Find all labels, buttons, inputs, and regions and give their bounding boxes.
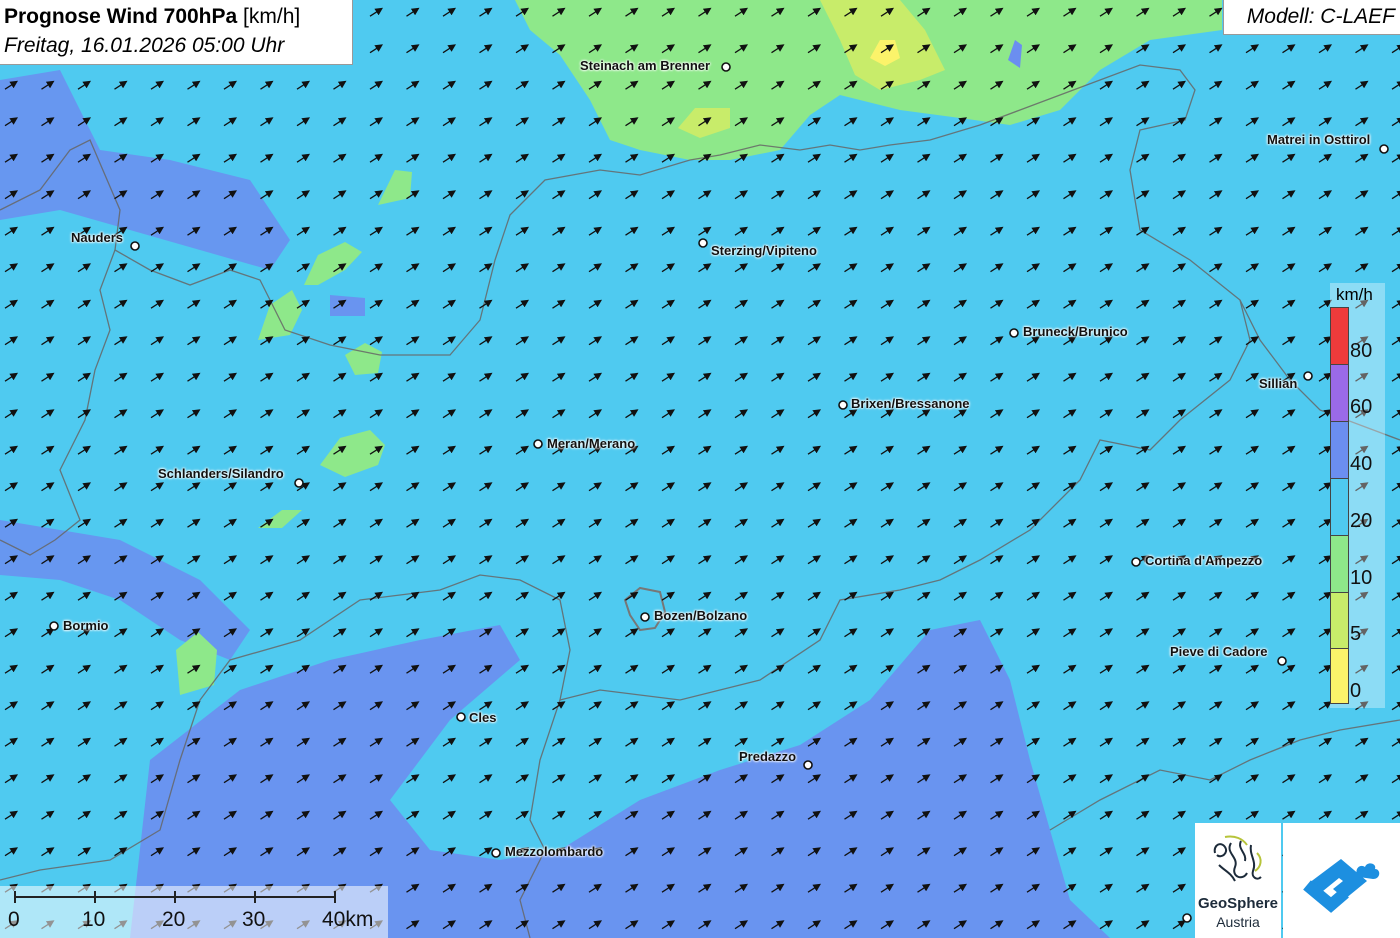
scale-label-0: 0 bbox=[8, 908, 20, 931]
cloud-arrow-icon bbox=[1303, 859, 1380, 913]
city-label-mezzolombardo: Mezzolombardo bbox=[505, 844, 604, 859]
geosphere-logo-subtext: Austria bbox=[1216, 914, 1260, 930]
legend-tick-80: 80 bbox=[1350, 340, 1373, 362]
forecast-datetime: Freitag, 16.01.2026 05:00 Uhr bbox=[4, 34, 285, 57]
geosphere-emblem-icon bbox=[1213, 835, 1262, 882]
city-marker[interactable] bbox=[721, 62, 731, 72]
city-marker[interactable] bbox=[456, 712, 466, 722]
city-label-sillian: Sillian bbox=[1259, 376, 1298, 391]
city-label-bozen: Bozen/Bolzano bbox=[654, 608, 748, 623]
city-marker[interactable] bbox=[1277, 656, 1287, 666]
city-label-schlanders: Schlanders/Silandro bbox=[158, 466, 284, 481]
geosphere-logo-text: GeoSphere bbox=[1197, 895, 1279, 912]
legend-unit: km/h bbox=[1336, 285, 1373, 304]
city-marker[interactable] bbox=[1379, 144, 1389, 154]
legend-color-0-5 bbox=[1330, 648, 1349, 704]
scale-tick-0 bbox=[14, 891, 16, 903]
model-panel: Modell: C-LAEF bbox=[1223, 0, 1400, 35]
legend-color-5-10 bbox=[1330, 592, 1349, 650]
scale-tick-30 bbox=[254, 891, 256, 903]
legend-tick-10: 10 bbox=[1350, 567, 1373, 589]
city-marker[interactable] bbox=[533, 439, 543, 449]
city-marker[interactable] bbox=[1303, 371, 1313, 381]
city-label-bruneck: Bruneck/Brunico bbox=[1023, 324, 1128, 339]
title-unit: [km/h] bbox=[243, 5, 301, 28]
city-marker[interactable] bbox=[698, 238, 708, 248]
legend-tick-40: 40 bbox=[1350, 453, 1373, 475]
city-label-meran: Meran/Merano bbox=[547, 436, 636, 451]
scale-label-20: 20 bbox=[162, 908, 186, 931]
scale-tick-10 bbox=[94, 891, 96, 903]
city-label-sterzing: Sterzing/Vipiteno bbox=[711, 243, 817, 258]
scale-label-30: 30 bbox=[242, 908, 266, 931]
city-marker[interactable] bbox=[491, 848, 501, 858]
city-marker[interactable] bbox=[640, 612, 650, 622]
legend-color-10-20 bbox=[1330, 535, 1349, 593]
scale-tick-20 bbox=[174, 891, 176, 903]
city-marker[interactable] bbox=[1131, 557, 1141, 567]
city-label-cles: Cles bbox=[469, 710, 497, 725]
legend-color-60-80 bbox=[1330, 364, 1349, 422]
city-label-matrei: Matrei in Osttirol bbox=[1267, 132, 1371, 147]
city-marker[interactable] bbox=[803, 760, 813, 770]
city-label-nauders: Nauders bbox=[71, 230, 124, 245]
legend-tick-20: 20 bbox=[1350, 510, 1373, 532]
legend-color-above-80 bbox=[1330, 307, 1349, 365]
city-label-bormio: Bormio bbox=[63, 618, 109, 633]
city-label-brixen: Brixen/Bressanone bbox=[851, 396, 970, 411]
city-marker[interactable] bbox=[1182, 913, 1192, 923]
city-label-pieve: Pieve di Cadore bbox=[1170, 644, 1268, 659]
legend-tick-0: 0 bbox=[1350, 680, 1362, 702]
title-panel: Prognose Wind 700hPa [km/h] Freitag, 16.… bbox=[0, 0, 353, 65]
model-label: Modell: C-LAEF bbox=[1246, 5, 1395, 28]
city-label-cortina: Cortina d'Ampezzo bbox=[1145, 553, 1263, 568]
city-marker[interactable] bbox=[49, 621, 59, 631]
scale-tick-40 bbox=[334, 891, 336, 903]
city-marker[interactable] bbox=[1009, 328, 1019, 338]
legend-color-40-60 bbox=[1330, 421, 1349, 479]
legend-tick-5: 5 bbox=[1350, 623, 1362, 645]
geosphere-logo[interactable]: GeoSphere Austria bbox=[1195, 823, 1281, 938]
scale-label-10: 10 bbox=[82, 908, 106, 931]
city-marker[interactable] bbox=[130, 241, 140, 251]
partner-logo[interactable] bbox=[1283, 823, 1400, 938]
scale-label-40km: 40km bbox=[322, 908, 374, 931]
wind-field-40-60-patch bbox=[330, 295, 365, 316]
city-label-predazzo: Predazzo bbox=[739, 749, 797, 764]
title-main: Prognose Wind 700hPa bbox=[4, 5, 238, 28]
city-label-steinach: Steinach am Brenner bbox=[580, 58, 711, 73]
page-title: Prognose Wind 700hPa [km/h] bbox=[4, 5, 300, 29]
legend-tick-60: 60 bbox=[1350, 396, 1373, 418]
city-marker[interactable] bbox=[294, 478, 304, 488]
city-marker[interactable] bbox=[838, 400, 848, 410]
legend-color-20-40 bbox=[1330, 478, 1349, 536]
